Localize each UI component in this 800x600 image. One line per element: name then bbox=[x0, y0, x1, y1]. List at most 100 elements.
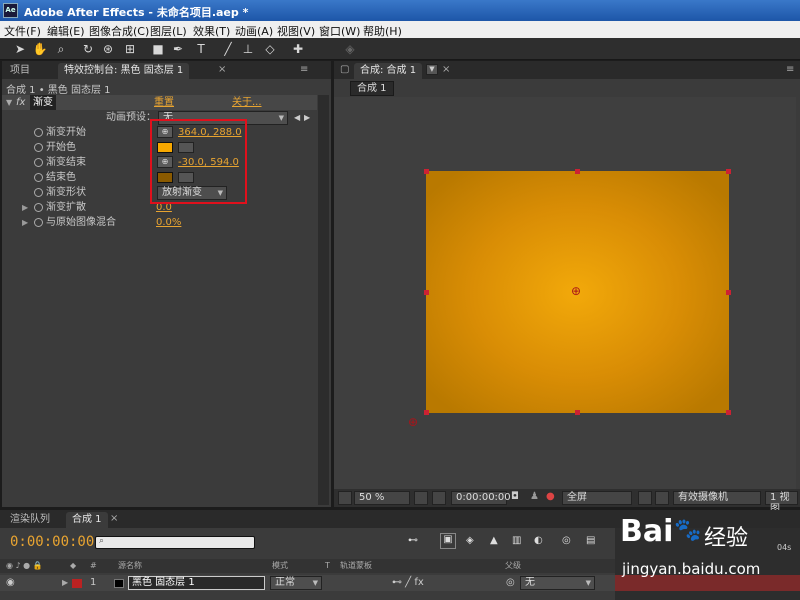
layer-switches-icon[interactable]: ⊷ ╱ fx bbox=[392, 575, 424, 591]
stopwatch-icon[interactable] bbox=[34, 143, 43, 152]
selection-tool-icon[interactable]: ➤ bbox=[12, 41, 28, 57]
tab-timeline-comp[interactable]: 合成 1 bbox=[66, 512, 108, 528]
pickwhip-icon[interactable]: ◎ bbox=[506, 575, 515, 591]
lock-icon[interactable]: ▢ bbox=[340, 64, 349, 75]
tab-close-icon[interactable]: × bbox=[442, 64, 450, 75]
scrollbar[interactable] bbox=[318, 95, 329, 505]
tab-close-icon[interactable]: × bbox=[110, 513, 118, 524]
reset-link[interactable]: 重置 bbox=[154, 95, 174, 110]
puppet-pin-tool-icon[interactable]: ✚ bbox=[290, 41, 306, 57]
effect-name[interactable]: 渐变 bbox=[30, 95, 56, 110]
about-link[interactable]: 关于... bbox=[232, 95, 262, 110]
gradient-end-point-icon[interactable]: ⊕ bbox=[408, 415, 418, 429]
safe-zones-icon[interactable] bbox=[414, 491, 428, 505]
hide-shy-icon[interactable]: ▲ bbox=[490, 535, 498, 546]
timeline-timecode[interactable]: 0:00:00:00 bbox=[10, 534, 94, 550]
blend-original-value[interactable]: 0.0% bbox=[156, 215, 181, 230]
frame-blend-icon[interactable]: ▥ bbox=[512, 535, 521, 546]
effect-expand-triangle-icon[interactable]: ▼ bbox=[6, 95, 12, 110]
viewer-timecode[interactable]: 0:00:00:00 bbox=[451, 491, 511, 505]
panel-menu-icon[interactable]: ≡ bbox=[786, 64, 794, 75]
title-bar: Ae Adobe After Effects - 未命名项目.aep * bbox=[0, 0, 800, 21]
graph-editor-icon[interactable]: ◎ bbox=[562, 535, 571, 546]
menu-effect[interactable]: 效果(T) bbox=[193, 23, 230, 39]
comp-mini-flowchart-icon[interactable]: ⊷ bbox=[408, 535, 418, 546]
mask-view-icon[interactable] bbox=[432, 491, 446, 505]
channel-icon[interactable]: ● bbox=[546, 491, 555, 502]
always-preview-icon[interactable] bbox=[338, 491, 352, 505]
camera-tool-icon[interactable]: ⊛ bbox=[100, 41, 116, 57]
parent-dropdown[interactable]: 无 bbox=[520, 576, 595, 590]
layer-handle[interactable] bbox=[424, 169, 429, 174]
expand-triangle-icon[interactable]: ▶ bbox=[22, 215, 28, 230]
stopwatch-icon[interactable] bbox=[34, 173, 43, 182]
eye-icon[interactable]: ◉ bbox=[6, 575, 15, 591]
menu-animation[interactable]: 动画(A) bbox=[235, 23, 273, 39]
expand-triangle-icon[interactable]: ▶ bbox=[22, 200, 28, 215]
comp-subtab[interactable]: 合成 1 bbox=[350, 81, 394, 96]
composition-frame[interactable]: ⊕ bbox=[424, 169, 731, 415]
comp-dropdown-icon[interactable]: ▼ bbox=[426, 64, 438, 75]
views-dropdown[interactable]: 1 视图 bbox=[765, 491, 798, 515]
menu-help[interactable]: 帮助(H) bbox=[363, 23, 402, 39]
tab-render-queue[interactable]: 渲染队列 bbox=[4, 512, 56, 528]
blend-mode-dropdown[interactable]: 正常 bbox=[270, 576, 322, 590]
pen-tool-icon[interactable]: ✒ bbox=[170, 41, 186, 57]
layer-handle[interactable] bbox=[726, 410, 731, 415]
layer-handle[interactable] bbox=[424, 290, 429, 295]
label-color-icon[interactable] bbox=[72, 579, 82, 588]
tab-close-icon[interactable]: × bbox=[218, 64, 226, 75]
menu-composition[interactable]: 图像合成(C) bbox=[89, 23, 149, 39]
camera-dropdown[interactable]: 有效摄像机 bbox=[673, 491, 761, 505]
tab-effect-controls[interactable]: 特效控制台: 黑色 固态层 1 bbox=[58, 63, 190, 79]
preset-prev-icon[interactable]: ◀ bbox=[294, 110, 300, 125]
show-snapshot-icon[interactable]: ♟ bbox=[530, 491, 539, 502]
layer-name[interactable]: 黑色 固态层 1 bbox=[128, 576, 265, 590]
draft-3d-icon[interactable]: ◈ bbox=[466, 535, 474, 546]
gradient-start-point-icon[interactable]: ⊕ bbox=[571, 284, 581, 298]
stopwatch-icon[interactable] bbox=[34, 158, 43, 167]
zoom-dropdown[interactable]: 50 % bbox=[354, 491, 410, 505]
layer-handle[interactable] bbox=[726, 169, 731, 174]
layer-handle[interactable] bbox=[424, 410, 429, 415]
resolution-dropdown[interactable]: 全屏 bbox=[562, 491, 632, 505]
text-tool-icon[interactable]: T bbox=[193, 41, 209, 57]
stopwatch-icon[interactable] bbox=[34, 188, 43, 197]
menu-file[interactable]: 文件(F) bbox=[4, 23, 41, 39]
fx-switch[interactable]: fx bbox=[16, 95, 25, 110]
expand-triangle-icon[interactable]: ▶ bbox=[62, 575, 68, 591]
rotate-tool-icon[interactable]: ↻ bbox=[80, 41, 96, 57]
stopwatch-icon[interactable] bbox=[34, 128, 43, 137]
layer-handle[interactable] bbox=[575, 169, 580, 174]
stopwatch-icon[interactable] bbox=[34, 218, 43, 227]
tab-project[interactable]: 项目 bbox=[4, 63, 36, 79]
composition-viewer[interactable]: ⊕ ⊕ bbox=[334, 97, 796, 489]
motion-blur-icon[interactable]: ◐ bbox=[534, 535, 543, 546]
layer-handle[interactable] bbox=[575, 410, 580, 415]
eraser-tool-icon[interactable]: ◇ bbox=[262, 41, 278, 57]
hand-tool-icon[interactable]: ✋ bbox=[32, 41, 48, 57]
menu-edit[interactable]: 编辑(E) bbox=[47, 23, 85, 39]
tab-composition[interactable]: 合成: 合成 1 bbox=[354, 63, 423, 79]
brush-tool-icon[interactable]: ╱ bbox=[220, 41, 236, 57]
live-update-icon[interactable]: ▣ bbox=[440, 533, 456, 549]
stopwatch-icon[interactable] bbox=[34, 203, 43, 212]
preset-next-icon[interactable]: ▶ bbox=[304, 110, 310, 125]
transparency-grid-icon[interactable] bbox=[655, 491, 669, 505]
pan-behind-tool-icon[interactable]: ⊞ bbox=[122, 41, 138, 57]
panel-menu-icon[interactable]: ≡ bbox=[300, 64, 308, 75]
layer-handle[interactable] bbox=[726, 290, 731, 295]
zoom-tool-icon[interactable]: ⌕ bbox=[53, 41, 69, 57]
menu-view[interactable]: 视图(V) bbox=[277, 23, 315, 39]
region-of-interest-icon[interactable] bbox=[638, 491, 652, 505]
menu-window[interactable]: 窗口(W) bbox=[319, 23, 360, 39]
snapshot-icon[interactable]: ◘ bbox=[511, 491, 519, 502]
brainstorm-icon[interactable]: ▤ bbox=[586, 535, 595, 546]
layer-row[interactable]: ◉ ▶ 1 黑色 固态层 1 正常 ⊷ ╱ fx ◎ 无 bbox=[0, 575, 615, 591]
col-source-name[interactable]: 源名称 bbox=[118, 559, 142, 573]
rectangle-tool-icon[interactable]: ■ bbox=[150, 41, 166, 57]
layer-search-input[interactable]: ⌕ bbox=[95, 536, 255, 549]
menu-layer[interactable]: 图层(L) bbox=[150, 23, 187, 39]
clone-stamp-tool-icon[interactable]: ⊥ bbox=[240, 41, 256, 57]
axis-mode-icon[interactable]: ◈ bbox=[342, 41, 358, 57]
